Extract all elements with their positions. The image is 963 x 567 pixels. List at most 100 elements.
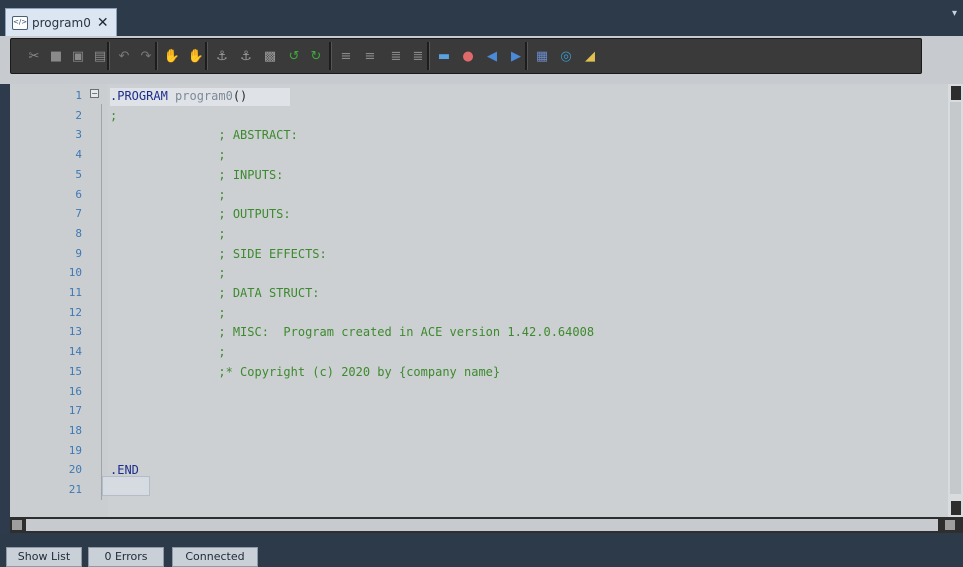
- code-line[interactable]: 15 ;* Copyright (c) 2020 by {company nam…: [10, 362, 948, 382]
- comment-token: ;* Copyright (c) 2020 by {company name}: [110, 364, 501, 379]
- comment-token: ; INPUTS:: [110, 167, 284, 182]
- scroll-down-icon[interactable]: [951, 501, 961, 515]
- paste-icon[interactable]: ▣: [69, 47, 87, 65]
- line-number: 4: [75, 148, 82, 162]
- line-number: 20: [68, 463, 82, 477]
- redo-icon[interactable]: ↷: [137, 47, 155, 65]
- code-text: ;: [110, 303, 226, 323]
- code-line[interactable]: 6 ;: [10, 185, 948, 205]
- vertical-scrollbar[interactable]: [948, 84, 963, 517]
- line-number: 13: [68, 325, 82, 339]
- step-over-icon[interactable]: ⚓: [237, 47, 255, 65]
- code-line[interactable]: 10 ;: [10, 263, 948, 283]
- code-line[interactable]: 14 ;: [10, 342, 948, 362]
- copy-icon[interactable]: ■: [47, 47, 65, 65]
- code-line[interactable]: 11 ; DATA STRUCT:: [10, 283, 948, 303]
- toolbar-separator: [329, 42, 332, 70]
- comment-icon[interactable]: ≣: [387, 47, 405, 65]
- code-line[interactable]: 7 ; OUTPUTS:: [10, 204, 948, 224]
- tab-title: program0: [32, 15, 91, 30]
- code-line[interactable]: 19: [10, 441, 948, 461]
- code-line[interactable]: 13 ; MISC: Program created in ACE versio…: [10, 322, 948, 342]
- code-text: ; MISC: Program created in ACE version 1…: [110, 322, 594, 342]
- comment-token: ;: [110, 108, 118, 123]
- code-text: ;: [110, 342, 226, 362]
- line-number: 16: [68, 384, 82, 398]
- code-line[interactable]: 17: [10, 401, 948, 421]
- scroll-left-icon[interactable]: [12, 520, 22, 530]
- scroll-up-icon[interactable]: [951, 86, 961, 100]
- code-line[interactable]: 16: [10, 382, 948, 402]
- vertical-scroll-thumb[interactable]: [950, 102, 961, 494]
- code-line[interactable]: 18: [10, 421, 948, 441]
- keyword-token: .PROGRAM: [110, 89, 176, 103]
- code-line[interactable]: 5 ; INPUTS:: [10, 165, 948, 185]
- run-to-cursor-icon[interactable]: ▩: [261, 47, 279, 65]
- line-number: 7: [75, 207, 82, 221]
- window-menu-icon[interactable]: ▾: [952, 8, 957, 19]
- comment-token: ;: [110, 345, 226, 360]
- comment-token: ;: [110, 266, 226, 281]
- comment-token: ;: [110, 226, 226, 241]
- tab-program0[interactable]: </> program0 ✕: [5, 8, 117, 36]
- show-list-button[interactable]: Show List: [6, 547, 82, 567]
- line-number: 9: [75, 246, 82, 260]
- code-text: ;: [110, 106, 117, 126]
- bookmark-prev-icon[interactable]: ◀: [483, 47, 501, 65]
- toolbar-separator: [525, 42, 528, 70]
- indent-icon[interactable]: ≡: [361, 47, 379, 65]
- code-file-icon: </>: [12, 15, 28, 30]
- code-line[interactable]: 21: [10, 480, 948, 500]
- hand-icon[interactable]: ✋: [163, 47, 181, 65]
- format-icon[interactable]: ▦: [533, 47, 551, 65]
- code-line[interactable]: 8 ;: [10, 224, 948, 244]
- code-text: ;: [110, 145, 225, 165]
- code-text: ; ABSTRACT:: [110, 125, 297, 145]
- jump-back-icon[interactable]: ↺: [285, 47, 303, 65]
- comment-token: ;: [110, 187, 226, 202]
- code-line[interactable]: 20 .END: [10, 460, 948, 480]
- step-into-icon[interactable]: ⚓: [213, 47, 231, 65]
- close-icon[interactable]: ✕: [97, 16, 109, 30]
- connection-status[interactable]: Connected: [172, 547, 258, 567]
- bookmark-icon[interactable]: ▬: [435, 47, 453, 65]
- status-bar: Show List 0 Errors Connected: [0, 533, 963, 567]
- line-number: 19: [68, 443, 82, 457]
- line-number: 3: [75, 128, 82, 142]
- identifier-token: program0: [175, 89, 233, 103]
- line-number: 6: [75, 187, 82, 201]
- hand-red-icon[interactable]: ✋: [187, 47, 205, 65]
- cut-icon[interactable]: ✂: [25, 47, 43, 65]
- goto-icon[interactable]: ◢: [581, 47, 599, 65]
- code-text: .END: [110, 460, 139, 480]
- bookmark-toggle-icon[interactable]: ●: [459, 47, 477, 65]
- comment-token: ;: [110, 305, 226, 320]
- code-line[interactable]: 2;: [10, 106, 948, 126]
- outdent-icon[interactable]: ≡: [337, 47, 355, 65]
- code-line[interactable]: 9 ; SIDE EFFECTS:: [10, 244, 948, 264]
- horizontal-scrollbar[interactable]: [10, 517, 963, 533]
- jump-forward-icon[interactable]: ↻: [307, 47, 325, 65]
- line-number: 21: [68, 483, 82, 496]
- scroll-right-icon[interactable]: [945, 520, 955, 530]
- errors-button[interactable]: 0 Errors: [88, 547, 164, 567]
- line-number: 15: [68, 364, 82, 378]
- undo-icon[interactable]: ↶: [115, 47, 133, 65]
- punctuation-token: (): [232, 89, 248, 103]
- uncomment-icon[interactable]: ≣: [409, 47, 427, 65]
- code-text: ; OUTPUTS:: [110, 204, 290, 224]
- horizontal-scroll-track[interactable]: [26, 519, 938, 531]
- toolbar-separator: [155, 42, 158, 70]
- code-editor[interactable]: − 1 .PROGRAM program0() 2; 3 ; ABSTRACT: 4 ;…: [10, 84, 948, 517]
- code-line[interactable]: 3 ; ABSTRACT:: [10, 125, 948, 145]
- code-line[interactable]: 1 .PROGRAM program0(): [10, 86, 948, 106]
- code-text: ;: [110, 224, 226, 244]
- comment-token: ; SIDE EFFECTS:: [110, 246, 327, 261]
- editor-toolbar: ✂ ■ ▣ ▤ ↶ ↷ ✋ ✋ ⚓ ⚓ ▩ ↺ ↻ ≡ ≡ ≣ ≣ ▬ ● ◀ ▶ ▦ ◎ ◢: [10, 38, 922, 74]
- code-line[interactable]: 4 ;: [10, 145, 948, 165]
- bookmark-next-icon[interactable]: ▶: [507, 47, 525, 65]
- line-number: 14: [68, 345, 82, 359]
- find-icon[interactable]: ◎: [557, 47, 575, 65]
- code-line[interactable]: 12 ;: [10, 303, 948, 323]
- document-tab-bar: </> program0 ✕ ▾: [0, 0, 963, 36]
